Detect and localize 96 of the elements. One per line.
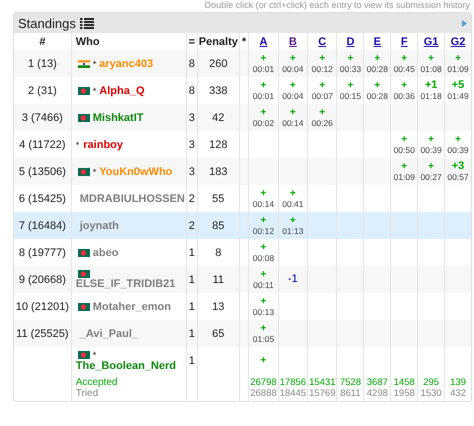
rank-cell: 11 (25525) bbox=[14, 320, 72, 347]
problem-link[interactable]: F bbox=[400, 36, 408, 48]
tried-count: 1958 bbox=[392, 388, 416, 398]
unofficial-mark: * bbox=[92, 350, 96, 360]
penalty-cell: 260 bbox=[197, 50, 240, 77]
result-cell[interactable]: -1 bbox=[278, 266, 308, 293]
accepted-count: 3687 bbox=[366, 376, 389, 388]
user-handle[interactable]: Alpha_Q bbox=[99, 84, 144, 96]
problem-link[interactable]: C bbox=[318, 36, 326, 48]
tried-label: Tried bbox=[76, 388, 99, 398]
result-cell[interactable]: +5 01:49 bbox=[444, 77, 471, 104]
result-cell[interactable]: + 00:45 bbox=[390, 50, 418, 77]
tried-count: 1530 bbox=[420, 388, 443, 398]
result-cell[interactable]: + 00:27 bbox=[418, 158, 445, 185]
rank-cell: 5 (13506) bbox=[14, 158, 72, 185]
problem-link[interactable]: B bbox=[288, 36, 297, 48]
table-cell bbox=[336, 212, 364, 239]
table-cell bbox=[390, 212, 418, 239]
result-cell[interactable]: + 00:39 bbox=[444, 131, 471, 158]
standings-row[interactable]: 7 (16484) joynath 2 85 + 00:12 + 01:13 bbox=[14, 212, 471, 239]
accepted-count: 7528 bbox=[338, 376, 362, 388]
result-cell[interactable]: + 00:02 bbox=[248, 104, 278, 131]
rank-cell: 1 (13) bbox=[14, 50, 72, 77]
standings-row[interactable]: 3 (7466) MishkatIT 3 42 + 00:02 + 00:14 + 00:26 bbox=[14, 104, 471, 131]
result-cell[interactable]: + 00:01 bbox=[248, 50, 278, 77]
unofficial-mark: * bbox=[92, 166, 96, 176]
problem-link[interactable]: A bbox=[259, 36, 268, 48]
result-cell[interactable]: + 00:12 bbox=[248, 212, 278, 239]
result-cell[interactable]: + 01:13 bbox=[278, 212, 308, 239]
accepted-label: Accepted bbox=[76, 376, 118, 388]
standings-row[interactable]: 11 (25525) _Avi_Paul_ 1 65 + 01:05 bbox=[14, 320, 471, 347]
result-cell[interactable]: + 01:08 bbox=[418, 50, 445, 77]
unofficial-mark: * bbox=[92, 86, 96, 96]
user-handle[interactable]: Motaher_emon bbox=[92, 300, 171, 312]
penalty-cell: 85 bbox=[197, 212, 240, 239]
list-icon[interactable] bbox=[80, 18, 94, 28]
penalty-cell: 183 bbox=[197, 158, 240, 185]
unofficial-mark: * bbox=[76, 140, 80, 150]
standings-row[interactable]: * The_Boolean_Nerd 1 + bbox=[14, 347, 471, 374]
result-cell[interactable]: + 00:12 bbox=[308, 50, 337, 77]
unofficial-mark: * bbox=[92, 58, 96, 68]
rank-cell: 9 (20668) bbox=[14, 266, 72, 293]
solved-cell: 8 bbox=[186, 50, 198, 77]
tried-count: 26888 bbox=[250, 388, 277, 398]
accepted-count: 15431 bbox=[309, 376, 336, 388]
problem-link[interactable]: D bbox=[346, 36, 354, 48]
accepted-count: 26798 bbox=[250, 376, 277, 388]
tried-count: 4298 bbox=[366, 388, 389, 398]
accepted-count: 139 bbox=[449, 376, 467, 388]
user-handle[interactable]: ELSE_IF_TRIDIB21 bbox=[76, 278, 176, 290]
result-cell[interactable]: + 01:09 bbox=[444, 50, 471, 77]
problem-link[interactable]: G2 bbox=[450, 36, 466, 48]
problem-link[interactable]: E bbox=[374, 36, 381, 48]
result-cell[interactable]: + 00:28 bbox=[364, 50, 391, 77]
result-cell[interactable]: + 00:14 bbox=[278, 104, 308, 131]
solved-cell: 3 bbox=[186, 104, 198, 131]
accepted-count: 295 bbox=[422, 376, 440, 388]
user-handle[interactable]: MDRABIULHOSSEN bbox=[80, 192, 185, 204]
rank-cell: 3 (7466) bbox=[14, 104, 72, 131]
panel-title: Standings bbox=[18, 16, 76, 30]
result-cell[interactable]: + 00:33 bbox=[336, 50, 364, 77]
solved-cell: 2 bbox=[186, 212, 198, 239]
tried-count: 15769 bbox=[309, 388, 336, 398]
user-handle[interactable]: MishkatIT bbox=[92, 112, 144, 124]
user-handle[interactable]: rainboy bbox=[83, 138, 123, 150]
penalty-cell: 42 bbox=[197, 104, 240, 131]
problem-link[interactable]: G1 bbox=[424, 36, 438, 48]
rank-cell: 7 (16484) bbox=[14, 212, 72, 239]
result-cell[interactable]: + 00:26 bbox=[308, 104, 337, 131]
tried-count: 432 bbox=[449, 388, 467, 398]
result-cell[interactable]: + 00:04 bbox=[278, 50, 308, 77]
standings-row[interactable]: 1 (13) * aryanc403 8 260 + 00:01 + 00:04 + 00:12 + 00:33 + 00:28 + 00:45 + 01:08 + 01:09 bbox=[14, 50, 471, 77]
hint-text: Double click (or ctrl+click) each entry to view its submission history bbox=[204, 0, 471, 12]
standings-row[interactable]: 5 (13506) * YouKn0wWho 3 183 + 01:09 + 00:27 +3 00:57 bbox=[14, 158, 471, 185]
table-cell bbox=[418, 212, 445, 239]
solved-cell: 1 bbox=[186, 266, 198, 293]
tried-count: 18445 bbox=[280, 388, 306, 398]
accepted-count: 17856 bbox=[280, 376, 306, 388]
user-handle[interactable]: _Avi_Paul_ bbox=[80, 328, 138, 340]
tried-count: 8611 bbox=[339, 388, 362, 398]
result-cell[interactable]: +3 00:57 bbox=[444, 158, 471, 185]
result-cell[interactable]: + 01:05 bbox=[248, 320, 278, 347]
user-handle[interactable]: abeo bbox=[92, 246, 118, 258]
table-cell bbox=[308, 212, 337, 239]
result-cell[interactable]: + 01:09 bbox=[390, 158, 418, 185]
solved-cell: 3 bbox=[186, 158, 198, 185]
table-cell bbox=[364, 212, 391, 239]
user-handle[interactable]: The_Boolean_Nerd bbox=[76, 360, 176, 372]
standings-row[interactable]: 9 (20668) ELSE_IF_TRIDIB21 1 11 + 00:11 -1 bbox=[14, 266, 471, 293]
table-cell bbox=[444, 212, 471, 239]
penalty-cell: 11 bbox=[197, 266, 240, 293]
result-cell[interactable]: + 00:11 bbox=[248, 266, 278, 293]
solved-cell: 1 bbox=[186, 347, 198, 374]
accepted-count: 1458 bbox=[392, 376, 416, 388]
penalty-cell: 65 bbox=[197, 320, 240, 347]
solved-cell: 1 bbox=[186, 320, 198, 347]
